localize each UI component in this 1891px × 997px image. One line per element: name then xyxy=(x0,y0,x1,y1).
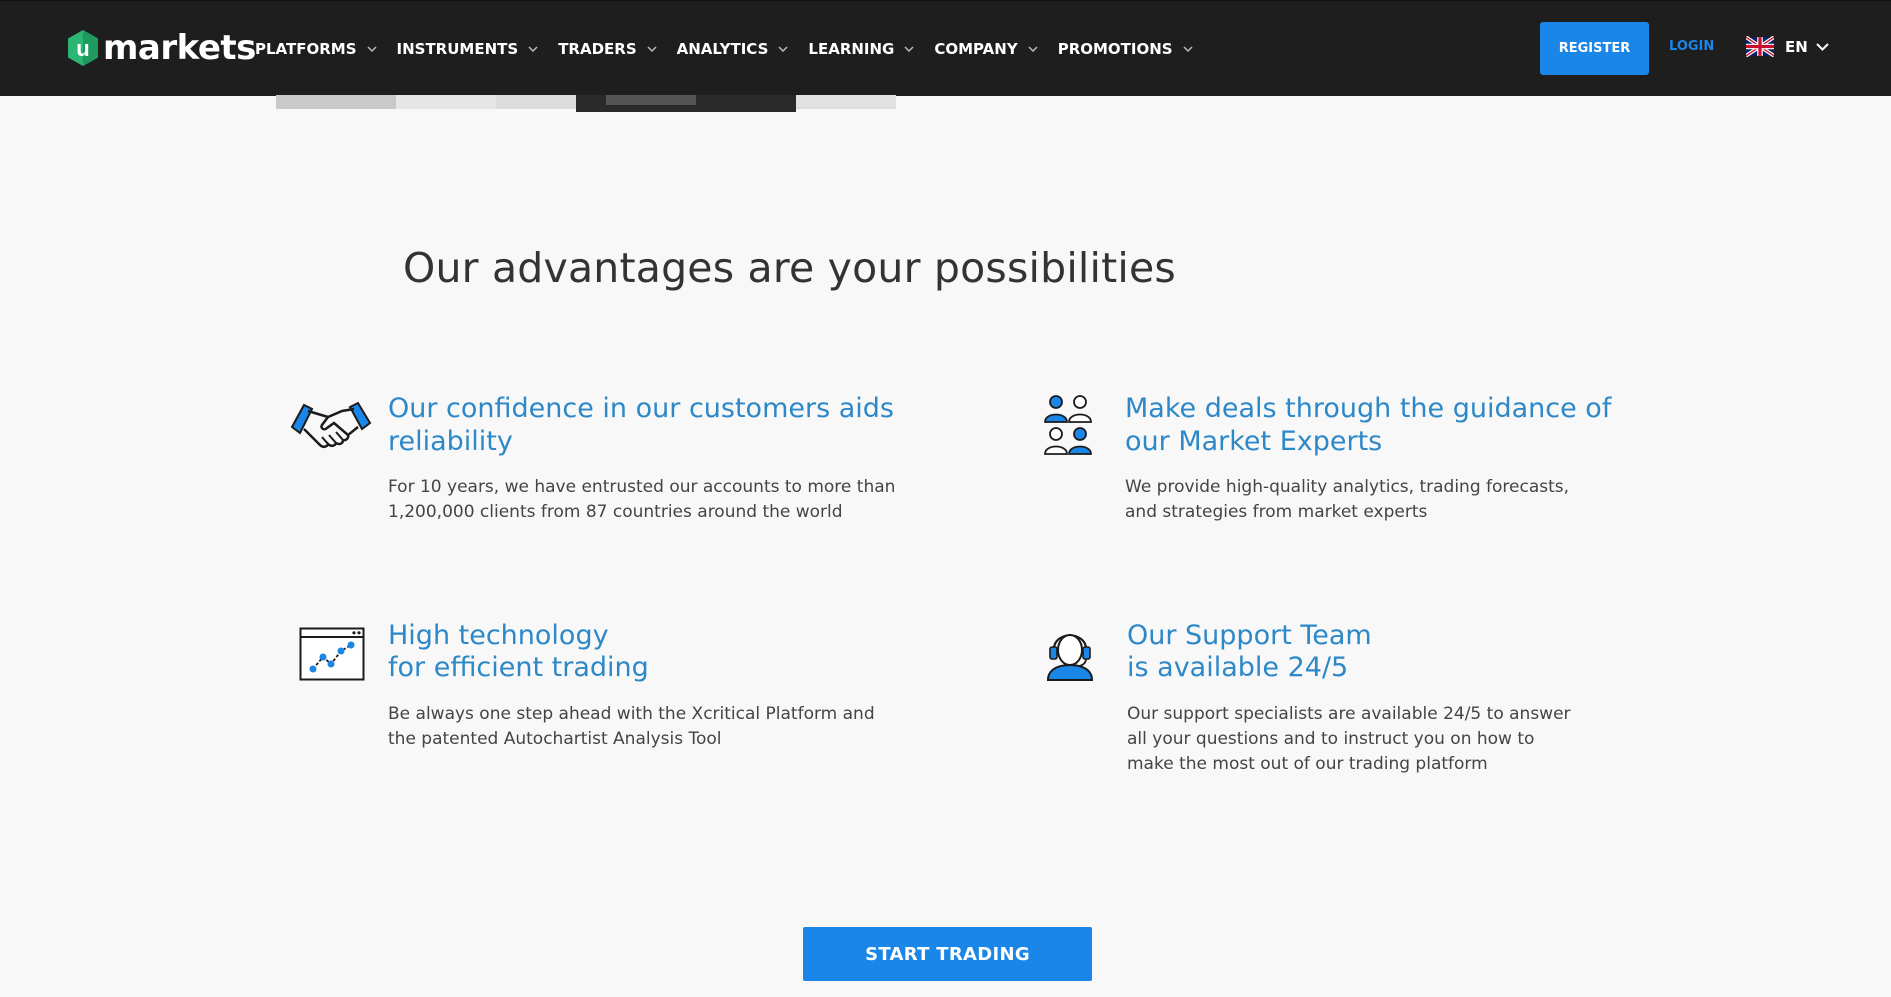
login-link[interactable]: LOGIN xyxy=(1669,39,1714,54)
nav-item-promotions[interactable]: PROMOTIONS xyxy=(1058,40,1193,58)
card-title-line: reliability xyxy=(388,426,513,457)
hero-image-strip xyxy=(276,95,896,113)
card-title-line: Our confidence in our customers aids xyxy=(388,393,894,424)
nav-item-instruments[interactable]: INSTRUMENTS xyxy=(397,40,539,58)
main-nav: PLATFORMS INSTRUMENTS TRADERS ANALYTICS … xyxy=(255,1,1213,96)
nav-item-company[interactable]: COMPANY xyxy=(934,39,1038,58)
card-title-line: Our Support Team xyxy=(1127,620,1372,651)
uk-flag-icon xyxy=(1746,36,1774,57)
nav-item-analytics[interactable]: ANALYTICS xyxy=(677,40,789,58)
card-text-line: 1,200,000 clients from 87 countries arou… xyxy=(388,502,843,522)
card-text-line: make the most out of our trading platfor… xyxy=(1127,754,1488,774)
handshake-icon xyxy=(290,401,372,449)
chevron-down-icon xyxy=(366,45,377,52)
language-selector[interactable]: EN xyxy=(1746,36,1829,57)
nav-label: TRADERS xyxy=(558,39,637,58)
card-text-line: the patented Autochartist Analysis Tool xyxy=(388,729,722,749)
nav-label: PLATFORMS xyxy=(255,39,357,58)
card-text-line: Our support specialists are available 24… xyxy=(1127,704,1571,724)
nav-label: PROMOTIONS xyxy=(1057,39,1173,58)
card-title-line: Make deals through the guidance of xyxy=(1125,393,1612,424)
section-heading: Our advantages are your possibilities xyxy=(403,244,1176,292)
chevron-down-icon xyxy=(1028,45,1038,52)
top-navigation-bar: u markets PLATFORMS INSTRUMENTS TRADERS … xyxy=(0,0,1891,96)
start-trading-button[interactable]: START TRADING xyxy=(803,927,1092,981)
card-title-line: for efficient trading xyxy=(388,652,649,683)
register-button[interactable]: REGISTER xyxy=(1540,22,1649,75)
card-text-line: For 10 years, we have entrusted our acco… xyxy=(388,477,896,497)
chevron-down-icon xyxy=(1183,45,1193,52)
card-text-line: Be always one step ahead with the Xcriti… xyxy=(388,704,875,724)
chart-window-icon xyxy=(299,627,365,681)
nav-label: COMPANY xyxy=(934,39,1018,58)
card-title-line: High technology xyxy=(388,620,609,651)
experts-group-icon xyxy=(1044,395,1092,455)
chevron-down-icon xyxy=(904,45,914,52)
chevron-down-icon xyxy=(1816,42,1829,51)
nav-item-platforms[interactable]: PLATFORMS xyxy=(255,40,377,58)
umarkets-logo[interactable]: u markets xyxy=(67,28,256,68)
support-headset-icon xyxy=(1046,634,1094,681)
logo-hexagon-icon: u xyxy=(68,30,98,66)
card-title-line: our Market Experts xyxy=(1125,426,1383,457)
card-text-line: all your questions and to instruct you o… xyxy=(1127,729,1535,749)
chevron-down-icon xyxy=(778,45,788,52)
nav-item-learning[interactable]: LEARNING xyxy=(808,40,914,58)
language-code: EN xyxy=(1785,37,1808,56)
chevron-down-icon xyxy=(528,45,538,52)
nav-item-traders[interactable]: TRADERS xyxy=(558,39,657,58)
nav-label: ANALYTICS xyxy=(676,39,769,58)
card-text-line: We provide high-quality analytics, tradi… xyxy=(1125,477,1570,497)
logo-mark: u xyxy=(76,36,89,61)
logo-wordmark: markets xyxy=(103,28,256,68)
card-title-line: is available 24/5 xyxy=(1127,652,1349,683)
nav-label: INSTRUMENTS xyxy=(396,39,519,58)
nav-label: LEARNING xyxy=(808,39,895,58)
chevron-down-icon xyxy=(647,45,657,52)
card-text-line: and strategies from market experts xyxy=(1125,502,1428,522)
